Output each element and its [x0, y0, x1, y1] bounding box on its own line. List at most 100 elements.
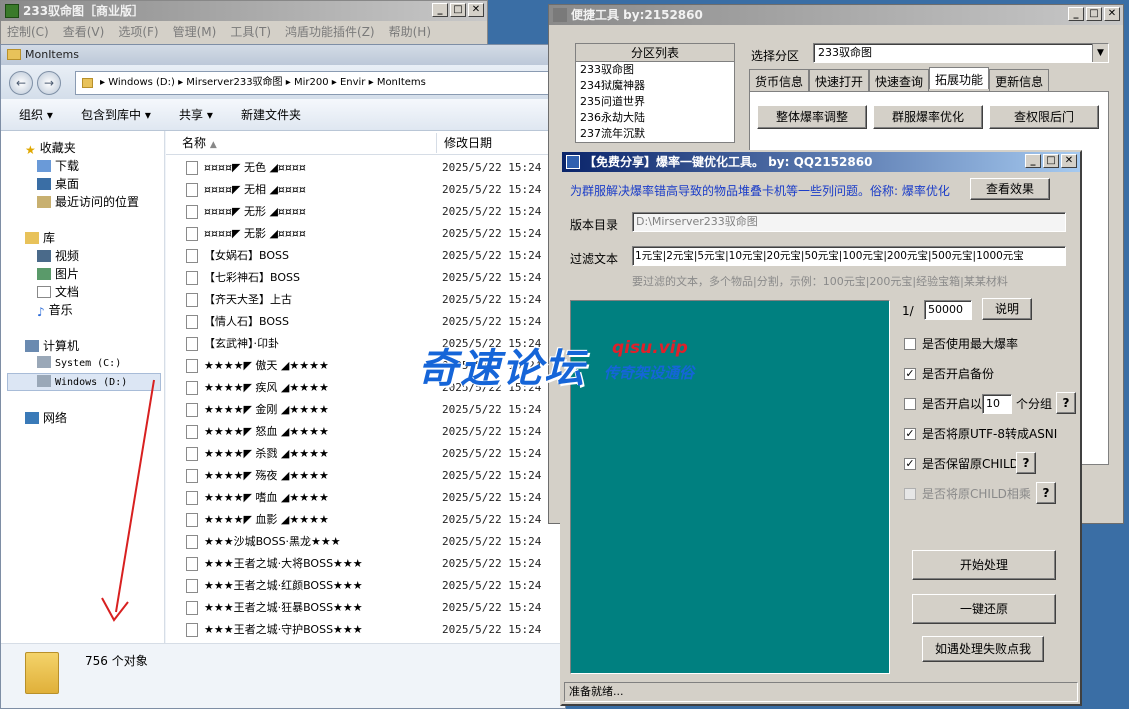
file-row[interactable]: ★★★★◤ 杀戮 ◢★★★★ 2025/5/22 15:24: [166, 443, 565, 465]
file-row[interactable]: ★★★王者之城·大将BOSS★★★ 2025/5/22 15:24: [166, 553, 565, 575]
maximize-button[interactable]: □: [450, 3, 466, 17]
breadcrumb-envir[interactable]: Envir: [340, 77, 365, 88]
enable-backup-checkbox[interactable]: ✓: [904, 368, 916, 380]
utf8-to-ansi-checkbox[interactable]: ✓: [904, 428, 916, 440]
tab-quick-query[interactable]: 快速查询: [869, 69, 930, 91]
nav-videos[interactable]: 视频: [37, 247, 79, 265]
nav-recent[interactable]: 最近访问的位置: [37, 193, 139, 211]
partition-list[interactable]: 分区列表 233驭命图234狱魔神器235问道世界236永劫大陆237流年沉默2…: [575, 43, 735, 143]
nav-music[interactable]: ♪ 音乐: [37, 301, 73, 319]
ratio-input[interactable]: 50000: [924, 300, 972, 320]
partition-item[interactable]: 235问道世界: [580, 94, 734, 110]
file-row[interactable]: 【女娲石】BOSS 2025/5/22 15:24: [166, 245, 565, 267]
nav-computer[interactable]: 计算机: [25, 337, 79, 355]
menu-plugins[interactable]: 鸿盾功能插件(Z): [285, 23, 375, 40]
group-drop-rate-button[interactable]: 群服爆率优化: [873, 105, 983, 129]
nav-desktop[interactable]: 桌面: [37, 175, 79, 193]
share-button[interactable]: 共享 ▾: [179, 99, 213, 131]
keep-child-checkbox[interactable]: ✓: [904, 458, 916, 470]
minimize-button[interactable]: _: [1068, 7, 1084, 21]
tab-currency[interactable]: 货币信息: [749, 69, 810, 91]
menu-help[interactable]: 帮助(H): [389, 23, 431, 40]
partition-select[interactable]: 233驭命图 ▼: [813, 43, 1109, 63]
nav-network[interactable]: 网络: [25, 409, 67, 427]
file-row[interactable]: ★★★★◤ 疾风 ◢★★★★ 2025/5/22 15:24: [166, 377, 565, 399]
menu-manage[interactable]: 管理(M): [173, 23, 217, 40]
file-row[interactable]: ★★★★◤ 傲天 ◢★★★★ 2025/5/22 15:24: [166, 355, 565, 377]
view-effect-button[interactable]: 查看效果: [970, 178, 1050, 200]
check-backdoor-button[interactable]: 查权限后门: [989, 105, 1099, 129]
partition-item[interactable]: 237流年沉默: [580, 126, 734, 142]
nav-drive-d[interactable]: Windows (D:): [37, 374, 127, 392]
tab-quick-open[interactable]: 快速打开: [809, 69, 870, 91]
partition-item[interactable]: 238皇帝三国: [580, 142, 734, 143]
restore-button[interactable]: 一键还原: [912, 594, 1056, 624]
explain-button[interactable]: 说明: [982, 298, 1032, 320]
breadcrumb-server[interactable]: Mirserver233驭命图: [186, 77, 282, 88]
column-divider[interactable]: [436, 133, 437, 153]
filter-text-input[interactable]: 1元宝|2元宝|5元宝|10元宝|20元宝|50元宝|100元宝|200元宝|5…: [632, 246, 1066, 266]
menu-tools[interactable]: 工具(T): [230, 23, 271, 40]
file-row[interactable]: ★★★★◤ 金刚 ◢★★★★ 2025/5/22 15:24: [166, 399, 565, 421]
file-row[interactable]: ¤¤¤¤◤ 无形 ◢¤¤¤¤ 2025/5/22 15:24: [166, 201, 565, 223]
minimize-button[interactable]: _: [1025, 154, 1041, 168]
organize-button[interactable]: 组织 ▾: [19, 99, 53, 131]
maximize-button[interactable]: □: [1043, 154, 1059, 168]
enable-grouping-checkbox[interactable]: [904, 398, 916, 410]
close-button[interactable]: ✕: [1104, 7, 1120, 21]
file-row[interactable]: ★★★★◤ 怒血 ◢★★★★ 2025/5/22 15:24: [166, 421, 565, 443]
partition-item[interactable]: 233驭命图: [580, 62, 734, 78]
file-row[interactable]: 【情人石】BOSS 2025/5/22 15:24: [166, 311, 565, 333]
close-button[interactable]: ✕: [1061, 154, 1077, 168]
overall-drop-rate-button[interactable]: 整体爆率调整: [757, 105, 867, 129]
include-library-button[interactable]: 包含到库中 ▾: [81, 99, 151, 131]
nav-favorites[interactable]: ★ 收藏夹: [25, 139, 76, 157]
new-folder-button[interactable]: 新建文件夹: [241, 99, 301, 131]
group-count-input[interactable]: 10: [982, 394, 1012, 414]
file-row[interactable]: ¤¤¤¤◤ 无相 ◢¤¤¤¤ 2025/5/22 15:24: [166, 179, 565, 201]
nav-drive-c[interactable]: System (C:): [37, 355, 121, 373]
tab-extension[interactable]: 拓展功能: [929, 67, 990, 89]
max-drop-rate-checkbox[interactable]: [904, 338, 916, 350]
file-row[interactable]: ★★★王者之城·红颜BOSS★★★ 2025/5/22 15:24: [166, 575, 565, 597]
column-name[interactable]: 名称 ▲: [182, 131, 217, 157]
file-row[interactable]: ¤¤¤¤◤ 无影 ◢¤¤¤¤ 2025/5/22 15:24: [166, 223, 565, 245]
nav-downloads[interactable]: 下载: [37, 157, 79, 175]
failure-help-button[interactable]: 如遇处理失败点我: [922, 636, 1044, 662]
grouping-help-button[interactable]: ?: [1056, 392, 1076, 414]
column-date[interactable]: 修改日期: [444, 131, 492, 155]
start-process-button[interactable]: 开始处理: [912, 550, 1056, 580]
partition-item[interactable]: 236永劫大陆: [580, 110, 734, 126]
address-bar[interactable]: ▸ Windows (D:) ▸ Mirserver233驭命图 ▸ Mir20…: [75, 71, 559, 95]
nav-libraries[interactable]: 库: [25, 229, 55, 247]
menu-control[interactable]: 控制(C): [7, 23, 49, 40]
version-dir-input[interactable]: D:\Mirserver233驭命图: [632, 212, 1066, 232]
file-row[interactable]: ★★★王者之城·狂暴BOSS★★★ 2025/5/22 15:24: [166, 597, 565, 619]
close-button[interactable]: ✕: [468, 3, 484, 17]
minimize-button[interactable]: _: [432, 3, 448, 17]
file-row[interactable]: ¤¤¤¤◤ 无色 ◢¤¤¤¤ 2025/5/22 15:24: [166, 157, 565, 179]
partition-item[interactable]: 234狱魔神器: [580, 78, 734, 94]
nav-documents[interactable]: 文档: [37, 283, 79, 301]
multiply-child-help-button[interactable]: ?: [1036, 482, 1056, 504]
file-row[interactable]: 【七彩神石】BOSS 2025/5/22 15:24: [166, 267, 565, 289]
menu-view[interactable]: 查看(V): [63, 23, 105, 40]
file-row[interactable]: ★★★沙城BOSS·黑龙★★★ 2025/5/22 15:24: [166, 531, 565, 553]
file-row[interactable]: 【玄武神】·卬卦 2025/5/22 15:24: [166, 333, 565, 355]
tab-updates[interactable]: 更新信息: [989, 69, 1050, 91]
breadcrumb-drive[interactable]: Windows (D:): [108, 77, 175, 88]
menu-options[interactable]: 选项(F): [118, 23, 158, 40]
file-row[interactable]: ★★★★◤ 殇夜 ◢★★★★ 2025/5/22 15:24: [166, 465, 565, 487]
nav-pictures[interactable]: 图片: [37, 265, 79, 283]
breadcrumb-monitems[interactable]: MonItems: [377, 77, 426, 88]
file-row[interactable]: ★★★王者之城·守护BOSS★★★ 2025/5/22 15:24: [166, 619, 565, 641]
back-button[interactable]: ←: [9, 71, 33, 95]
file-row[interactable]: 【齐天大圣】上古 2025/5/22 15:24: [166, 289, 565, 311]
maximize-button[interactable]: □: [1086, 7, 1102, 21]
file-row[interactable]: ★★★★◤ 嗜血 ◢★★★★ 2025/5/22 15:24: [166, 487, 565, 509]
keep-child-help-button[interactable]: ?: [1016, 452, 1036, 474]
chevron-down-icon[interactable]: ▼: [1092, 44, 1108, 62]
file-row[interactable]: ★★★★◤ 血影 ◢★★★★ 2025/5/22 15:24: [166, 509, 565, 531]
forward-button[interactable]: →: [37, 71, 61, 95]
breadcrumb-mir200[interactable]: Mir200: [294, 77, 329, 88]
